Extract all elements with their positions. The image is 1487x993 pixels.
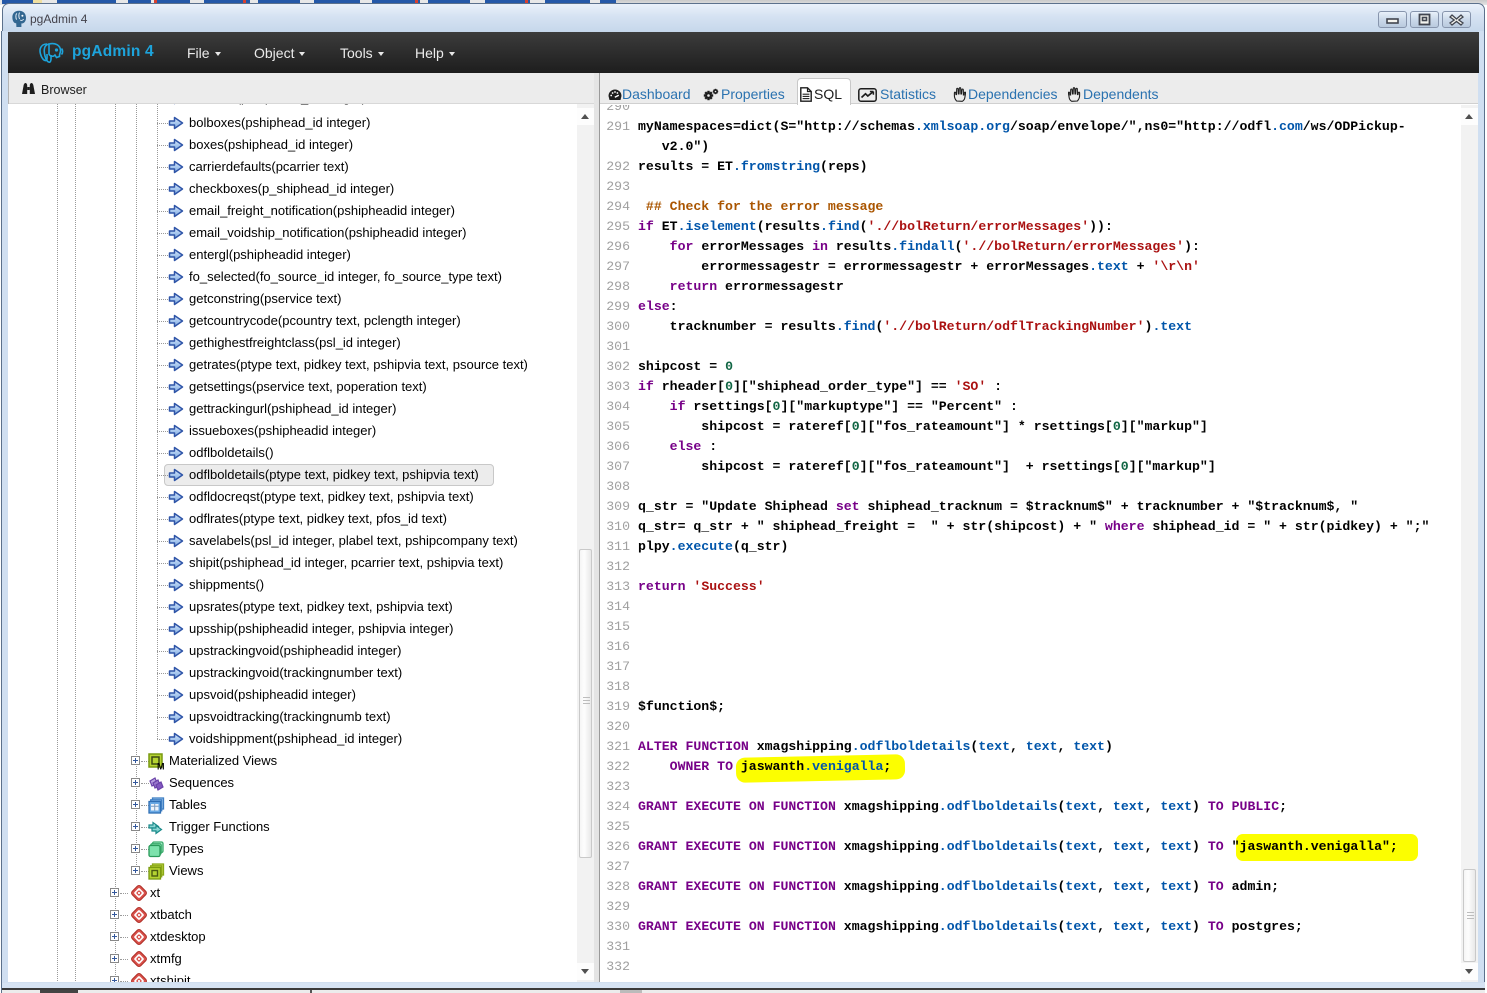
svg-text:M: M — [157, 762, 165, 771]
